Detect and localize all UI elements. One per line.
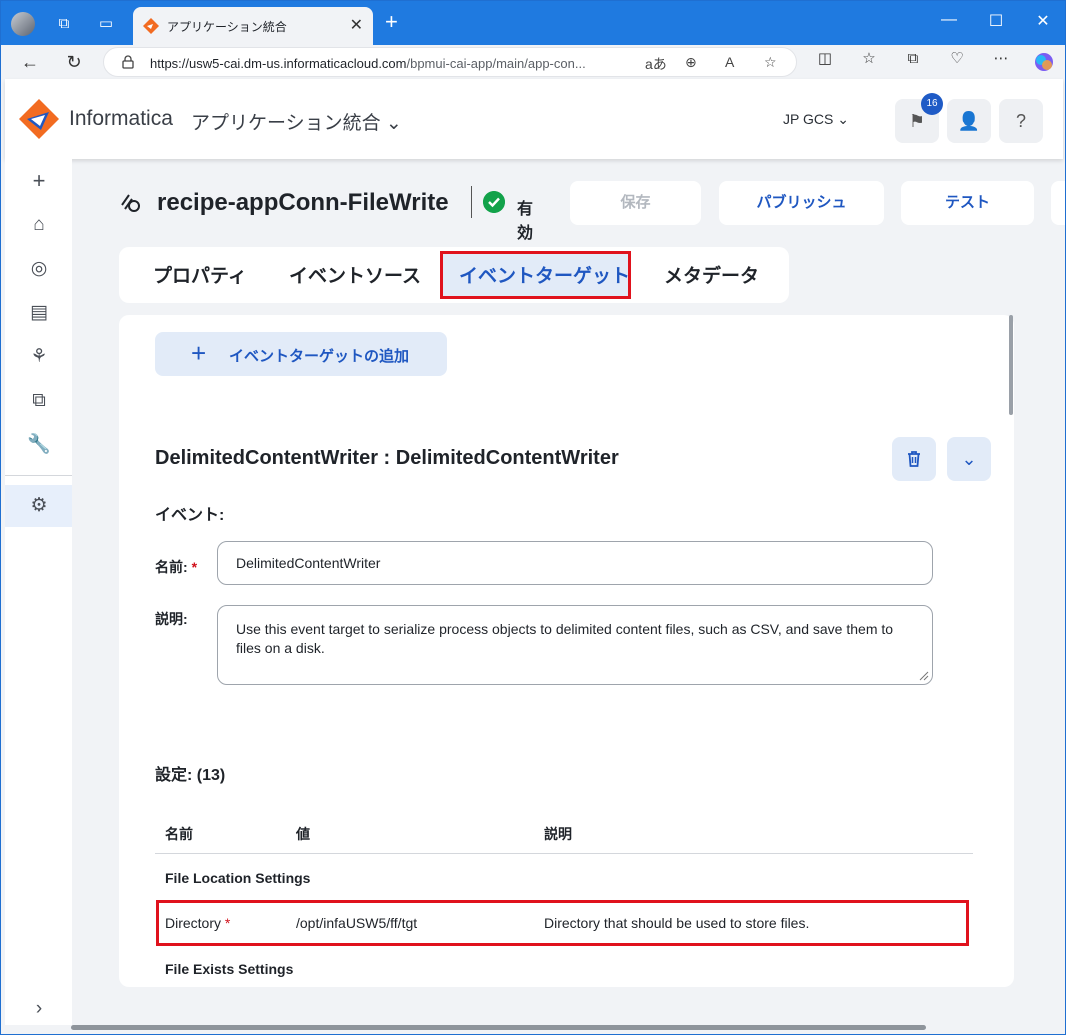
- event-target-title: DelimitedContentWriter : DelimitedConten…: [155, 447, 619, 469]
- left-nav-rail: + ⌂ ◎ ▤ ⚘ ⧉ 🔧 ⚙ ›: [5, 159, 72, 1025]
- browser-window: ⧉ ▭ アプリケーション統合 ✕ + — ☐ ✕ ← ↻ https://usw…: [0, 0, 1066, 1035]
- tab-event-sources[interactable]: イベントソース: [289, 261, 421, 288]
- back-icon[interactable]: ←: [17, 49, 43, 75]
- assets-icon[interactable]: ⧉: [27, 389, 51, 413]
- event-targets-panel: + イベントターゲットの追加 DelimitedContentWriter : …: [119, 315, 1014, 987]
- more-actions-button[interactable]: [1051, 181, 1065, 225]
- horizontal-scrollbar[interactable]: [71, 1025, 926, 1030]
- read-aloud-icon[interactable]: aあ: [645, 54, 667, 74]
- plus-icon: +: [191, 338, 207, 368]
- group-file-exists-settings: File Exists Settings: [165, 961, 294, 977]
- profile-avatar[interactable]: [11, 12, 35, 36]
- group-file-location-settings: File Location Settings: [165, 870, 311, 886]
- column-header-value: 値: [296, 826, 310, 842]
- explore-compass-icon[interactable]: ◎: [27, 257, 51, 281]
- name-input[interactable]: DelimitedContentWriter: [217, 541, 933, 585]
- refresh-icon[interactable]: ↻: [61, 49, 87, 75]
- split-screen-icon[interactable]: ◫: [815, 49, 835, 69]
- name-field-label: 名前: *: [155, 559, 198, 575]
- settings-count-label: 設定: (13): [155, 767, 226, 784]
- add-event-target-label: イベントターゲットの追加: [229, 348, 410, 365]
- column-header-description: 説明: [544, 826, 572, 842]
- wrench-icon[interactable]: 🔧: [27, 433, 51, 457]
- highlight-box-tab: [440, 251, 631, 299]
- org-selector[interactable]: JP GCS ⌄: [783, 111, 849, 128]
- resize-handle-icon[interactable]: [919, 671, 929, 681]
- title-divider: [471, 186, 472, 218]
- check-circle-icon: [483, 191, 505, 213]
- page-title: recipe-appConn-FileWrite: [157, 189, 449, 216]
- app-switcher[interactable]: アプリケーション統合 ⌄: [191, 108, 402, 135]
- browser-tabbar: ⧉ ▭ アプリケーション統合 ✕ + — ☐ ✕: [1, 1, 1065, 45]
- status-badge: 有効: [517, 201, 534, 242]
- description-field-label: 説明:: [155, 611, 188, 627]
- notification-badge: 16: [921, 93, 943, 115]
- text-size-icon[interactable]: A: [725, 54, 734, 70]
- highlight-box-directory-row: [156, 900, 969, 946]
- tab-metadata[interactable]: メタデータ: [664, 261, 759, 288]
- url-text: https://usw5-cai.dm-us.informaticacloud.…: [150, 56, 586, 71]
- brand-name: Informatica: [69, 107, 173, 130]
- user-icon: 👤: [957, 111, 981, 131]
- test-button[interactable]: テスト: [901, 181, 1034, 225]
- delete-button[interactable]: [892, 437, 936, 481]
- monitor-icon[interactable]: ▤: [27, 301, 51, 325]
- table-header-divider: [155, 853, 973, 854]
- chevron-down-icon: ⌄: [961, 449, 977, 469]
- favorites-icon[interactable]: ☆: [859, 49, 879, 69]
- trash-icon: [908, 451, 920, 467]
- chevron-down-icon: ⌄: [837, 111, 849, 127]
- tab-properties[interactable]: プロパティ: [153, 261, 247, 288]
- save-button[interactable]: 保存: [570, 181, 701, 225]
- expand-rail-icon[interactable]: ›: [27, 997, 51, 1021]
- rail-divider: [5, 475, 72, 476]
- publish-button[interactable]: パブリッシュ: [719, 181, 884, 225]
- help-icon: ?: [1015, 111, 1026, 131]
- window-close-icon[interactable]: ✕: [1028, 11, 1058, 31]
- favorite-star-icon[interactable]: ☆: [764, 54, 777, 71]
- workspaces-icon[interactable]: ⧉: [53, 13, 75, 35]
- zoom-icon[interactable]: ⊕: [685, 54, 697, 71]
- app-header: Informatica アプリケーション統合 ⌄ JP GCS ⌄ ⚑ 16 👤…: [5, 79, 1063, 159]
- process-flow-icon[interactable]: ⚘: [27, 345, 51, 369]
- user-profile-button[interactable]: 👤: [947, 99, 991, 143]
- tab-actions-icon[interactable]: ▭: [95, 13, 117, 35]
- app-connection-icon[interactable]: ⚙: [27, 494, 51, 518]
- description-text: Use this event target to serialize proce…: [236, 621, 894, 656]
- maximize-icon[interactable]: ☐: [981, 11, 1011, 31]
- app-connection-icon: [121, 194, 140, 212]
- collections-icon[interactable]: ⧉: [903, 49, 923, 69]
- lock-icon: [122, 55, 134, 69]
- copilot-icon[interactable]: [1033, 51, 1055, 73]
- browser-tab-active[interactable]: アプリケーション統合 ✕: [133, 7, 373, 45]
- description-textarea[interactable]: Use this event target to serialize proce…: [217, 605, 933, 685]
- new-asset-plus-icon[interactable]: +: [27, 169, 51, 193]
- notifications-button[interactable]: ⚑ 16: [895, 93, 943, 143]
- column-header-name: 名前: [165, 826, 193, 842]
- address-bar-row: ← ↻ https://usw5-cai.dm-us.informaticacl…: [1, 45, 1065, 79]
- event-section-label: イベント:: [155, 507, 225, 524]
- informatica-favicon-icon: [143, 18, 159, 34]
- home-icon[interactable]: ⌂: [27, 213, 51, 237]
- close-icon[interactable]: ✕: [350, 15, 363, 35]
- new-tab-icon[interactable]: +: [385, 11, 398, 33]
- add-event-target-button[interactable]: + イベントターゲットの追加: [155, 332, 447, 376]
- collapse-button[interactable]: ⌄: [947, 437, 991, 481]
- minimize-icon[interactable]: —: [934, 11, 964, 29]
- chevron-down-icon: ⌄: [385, 113, 402, 134]
- help-button[interactable]: ?: [999, 99, 1043, 143]
- browser-essentials-icon[interactable]: ♡: [947, 49, 967, 69]
- informatica-logo-icon: [19, 99, 59, 139]
- browser-tab-title: アプリケーション統合: [167, 20, 287, 34]
- panel-scrollbar[interactable]: [1009, 315, 1013, 415]
- address-bar[interactable]: https://usw5-cai.dm-us.informaticacloud.…: [103, 47, 797, 77]
- more-icon[interactable]: ⋯: [991, 49, 1011, 69]
- flag-icon: ⚑: [908, 111, 926, 131]
